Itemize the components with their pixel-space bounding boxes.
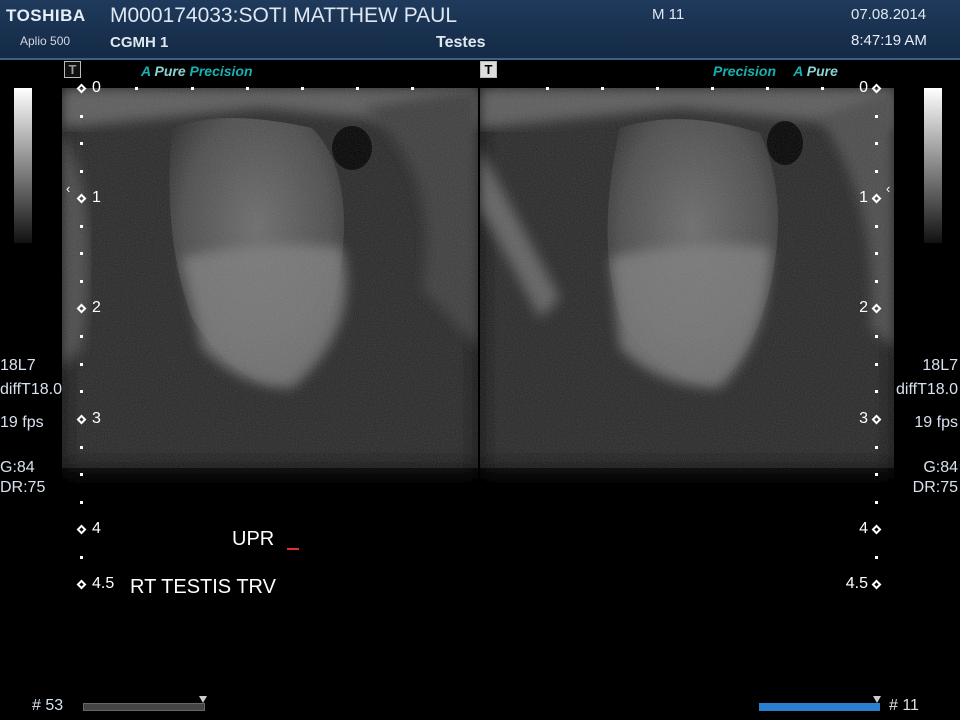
depth-tick-minor [875,142,878,145]
depth-tick-minor [80,252,83,255]
depth-label: 3 [859,410,868,427]
lateral-tick [711,87,714,90]
panel-right-indicator[interactable]: T [480,61,497,78]
depth-tick-minor [875,500,878,504]
depth-tick-minor [80,334,83,338]
depth-tick-minor [80,445,83,449]
lateral-tick [601,87,604,90]
lateral-tick [821,87,824,90]
mode-label-right: Precision A Pure [713,63,838,79]
depth-label: 4 [859,520,868,537]
depth-tick-minor [80,500,83,504]
depth-tick-minor [875,390,878,394]
lateral-tick [301,87,304,90]
depth-tick-minor [80,142,83,145]
mode-a-left: A [141,63,151,79]
modality-label: M 11 [652,6,685,23]
annotation-upr[interactable]: UPR [232,528,274,551]
depth-tick-minor [80,555,83,559]
probe-label-left: 18L7 [0,357,36,374]
depth-tick-minor [875,169,878,173]
focus-marker-right[interactable]: ‹ [886,181,890,196]
panel-left-indicator[interactable]: T [64,61,81,78]
text-cursor [287,548,299,550]
exam-time: 8:47:19 AM [851,32,927,49]
lateral-tick [246,87,249,90]
depth-tick-minor [875,224,878,228]
depth-tick-minor [80,169,83,173]
cine-bar-left[interactable] [83,703,205,711]
frame-counter-left: # 53 [32,697,64,714]
machine-model: Aplio 500 [20,34,71,48]
depth-tick-minor [875,473,878,476]
depth-label: 4.5 [845,575,868,592]
mode-label-left: A Pure Precision [141,63,253,79]
fps-label-left: 19 fps [0,414,44,431]
dr-label-left: DR:75 [0,479,46,496]
depth-label: 0 [859,79,868,96]
hospital-name: CGMH 1 [110,34,169,51]
mode-pure-left: Pure [154,63,186,79]
depth-tick-minor [875,114,878,118]
focus-marker-left[interactable]: ‹ [66,181,70,196]
depth-label: 0 [92,79,101,96]
header-bar: TOSHIBA Aplio 500 M000174033:SOTI MATTHE… [0,0,960,60]
lateral-tick [766,87,769,90]
depth-tick-minor [875,334,878,338]
depth-tick-minor [875,362,878,366]
depth-label: 4.5 [92,575,115,592]
filter-label-left: diffT18.0 [0,381,62,398]
gain-label-right: G:84 [923,459,958,476]
depth-label: 1 [859,189,868,206]
mode-a-right: A [793,63,803,79]
depth-tick-minor [875,252,878,255]
depth-label: 2 [859,299,868,316]
grayscale-bar-left [14,88,32,243]
cine-marker-right[interactable] [873,696,881,703]
mode-precision-right: Precision [713,63,777,79]
depth-tick-minor [80,473,83,476]
patient-id: M000174033:SOTI MATTHEW PAUL [110,4,458,27]
depth-label: 1 [92,189,101,206]
dr-label-right: DR:75 [912,479,958,496]
annotation-label[interactable]: RT TESTIS TRV [130,576,276,599]
grayscale-bar-right [924,88,942,243]
depth-tick-minor [80,224,83,228]
depth-tick-minor [80,114,83,118]
depth-label: 3 [92,410,101,427]
cine-bar-right[interactable] [759,703,880,711]
lateral-tick [356,87,359,90]
gain-label-left: G:84 [0,459,35,476]
depth-label: 2 [92,299,101,316]
depth-tick-minor [875,279,878,283]
lateral-tick [191,87,194,90]
exam-date: 07.08.2014 [851,6,927,23]
probe-label-right: 18L7 [922,357,958,374]
exam-preset: Testes [436,34,486,51]
frame-counter-right: # 11 [889,697,919,714]
depth-tick-minor [875,445,878,449]
depth-tick-minor [80,362,83,366]
lateral-tick [656,87,659,90]
depth-tick-minor [80,390,83,394]
ultrasound-image-right[interactable] [480,88,894,648]
mode-precision-left: Precision [189,63,253,79]
depth-tick-minor [875,555,878,559]
depth-tick-minor [80,279,83,283]
filter-label-right: diffT18.0 [896,381,958,398]
ultrasound-image-left[interactable] [62,88,478,648]
lateral-tick [135,87,138,90]
cine-marker-left[interactable] [199,696,207,703]
depth-label: 4 [92,520,101,537]
brand-logo: TOSHIBA [6,6,86,25]
lateral-tick [411,87,414,90]
fps-label-right: 19 fps [914,414,958,431]
lateral-tick [546,87,549,90]
mode-pure-right: Pure [806,63,838,79]
